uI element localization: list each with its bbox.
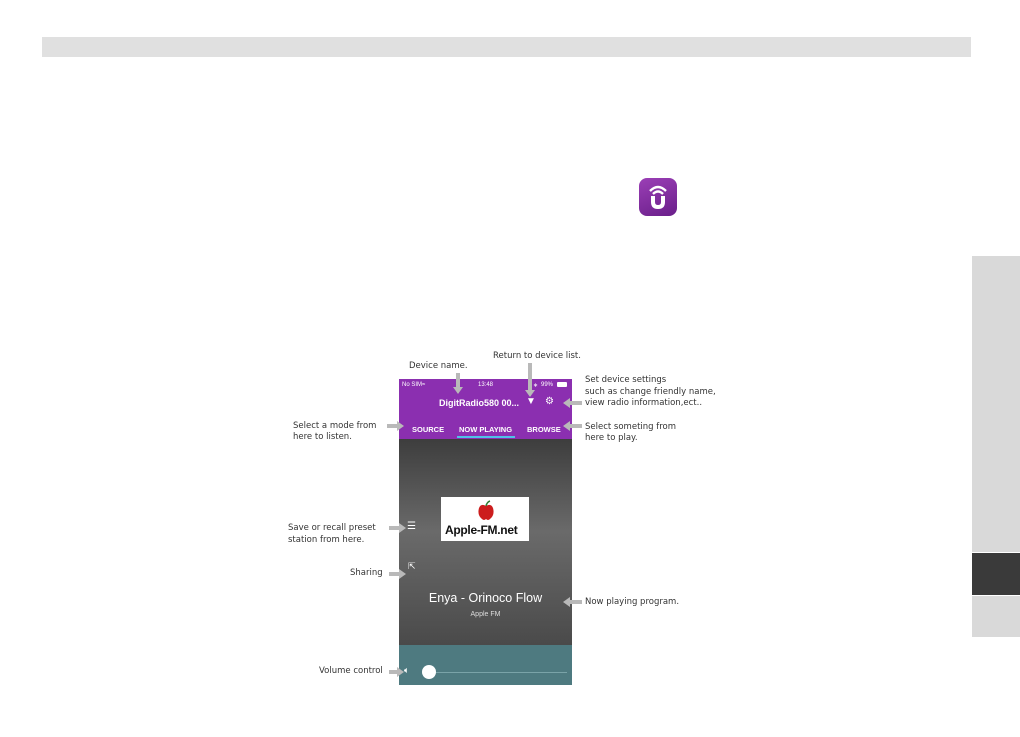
side-tab-active bbox=[972, 553, 1020, 595]
annotation-preset-2: station from here. bbox=[288, 535, 365, 545]
arrow bbox=[563, 597, 570, 607]
device-bar: DigitRadio580 00... ▼ ⚙ bbox=[399, 393, 572, 423]
annotation-browse-1: Select someting from bbox=[585, 422, 677, 432]
volume-slider-thumb[interactable] bbox=[422, 665, 436, 679]
station-logo: Apple-FM.net bbox=[441, 497, 529, 541]
volume-track[interactable] bbox=[429, 672, 567, 673]
arrow bbox=[525, 390, 535, 397]
arrow bbox=[570, 600, 582, 604]
battery-icon bbox=[557, 382, 567, 387]
arrow bbox=[563, 421, 570, 431]
arrow bbox=[453, 387, 463, 394]
annotation-now-playing: Now playing program. bbox=[585, 597, 680, 607]
status-bar: No SIM ≈ 13:48 ∗ 99% bbox=[399, 379, 572, 393]
tab-bar: SOURCE NOW PLAYING BROWSE bbox=[399, 423, 572, 439]
battery-label: 99% bbox=[541, 382, 554, 388]
annotation-return-list: Return to device list. bbox=[493, 351, 581, 361]
annotation-volume: Volume control bbox=[319, 666, 383, 676]
tab-underline bbox=[457, 436, 515, 438]
arrow bbox=[399, 569, 406, 579]
arrow bbox=[389, 526, 399, 530]
arrow bbox=[387, 424, 397, 428]
now-playing-panel: ☰ ⇱ Apple-FM.net Enya - Orinoco Flow App… bbox=[399, 439, 572, 645]
arrow bbox=[399, 523, 406, 533]
station-name: Apple FM bbox=[470, 611, 501, 618]
arrow bbox=[570, 424, 582, 428]
arrow bbox=[456, 373, 460, 387]
annotation-settings-3: view radio information,ect.. bbox=[585, 398, 703, 408]
share-icon[interactable]: ⇱ bbox=[408, 561, 416, 572]
wifi-icon: ≈ bbox=[422, 382, 426, 388]
preset-list-icon[interactable]: ☰ bbox=[407, 521, 416, 532]
carrier-label: No SIM bbox=[402, 382, 423, 388]
annotation-browse-2: here to play. bbox=[585, 433, 638, 443]
device-list-dropdown-icon[interactable]: ▼ bbox=[526, 396, 536, 407]
bluetooth-icon: ∗ bbox=[533, 383, 539, 389]
station-logo-text: Apple-FM.net bbox=[445, 523, 518, 537]
arrow bbox=[389, 670, 397, 674]
side-tab bbox=[972, 256, 1020, 552]
header-bar bbox=[42, 37, 971, 57]
app-icon bbox=[639, 178, 677, 216]
annotation-mode-2: here to listen. bbox=[293, 432, 352, 442]
tab-source[interactable]: SOURCE bbox=[412, 425, 444, 434]
annotation-settings-2: such as change friendly name, bbox=[585, 387, 716, 397]
arrow bbox=[389, 572, 399, 576]
annotation-device-name: Device name. bbox=[409, 361, 468, 371]
tab-browse[interactable]: BROWSE bbox=[527, 425, 561, 434]
arrow bbox=[397, 667, 404, 677]
arrow bbox=[563, 398, 570, 408]
annotation-sharing: Sharing bbox=[350, 568, 383, 578]
phone-screen: No SIM ≈ 13:48 ∗ 99% DigitRadio580 00...… bbox=[399, 379, 572, 685]
annotation-settings-1: Set device settings bbox=[585, 375, 667, 385]
arrow bbox=[528, 363, 532, 390]
annotation-preset-1: Save or recall preset bbox=[288, 523, 376, 533]
clock: 13:48 bbox=[478, 382, 494, 388]
tab-now-playing[interactable]: NOW PLAYING bbox=[459, 425, 512, 434]
apple-icon bbox=[478, 500, 494, 520]
speaker-icon[interactable]: 🔈︎ bbox=[404, 665, 409, 676]
track-title: Enya - Orinoco Flow bbox=[428, 591, 543, 605]
annotation-mode-1: Select a mode from bbox=[293, 421, 377, 431]
device-name[interactable]: DigitRadio580 00... bbox=[439, 398, 519, 408]
arrow bbox=[570, 401, 582, 405]
arrow bbox=[397, 421, 404, 431]
volume-bar: 🔈︎ bbox=[399, 645, 572, 685]
side-tab bbox=[972, 596, 1020, 637]
gear-icon[interactable]: ⚙ bbox=[545, 396, 554, 407]
